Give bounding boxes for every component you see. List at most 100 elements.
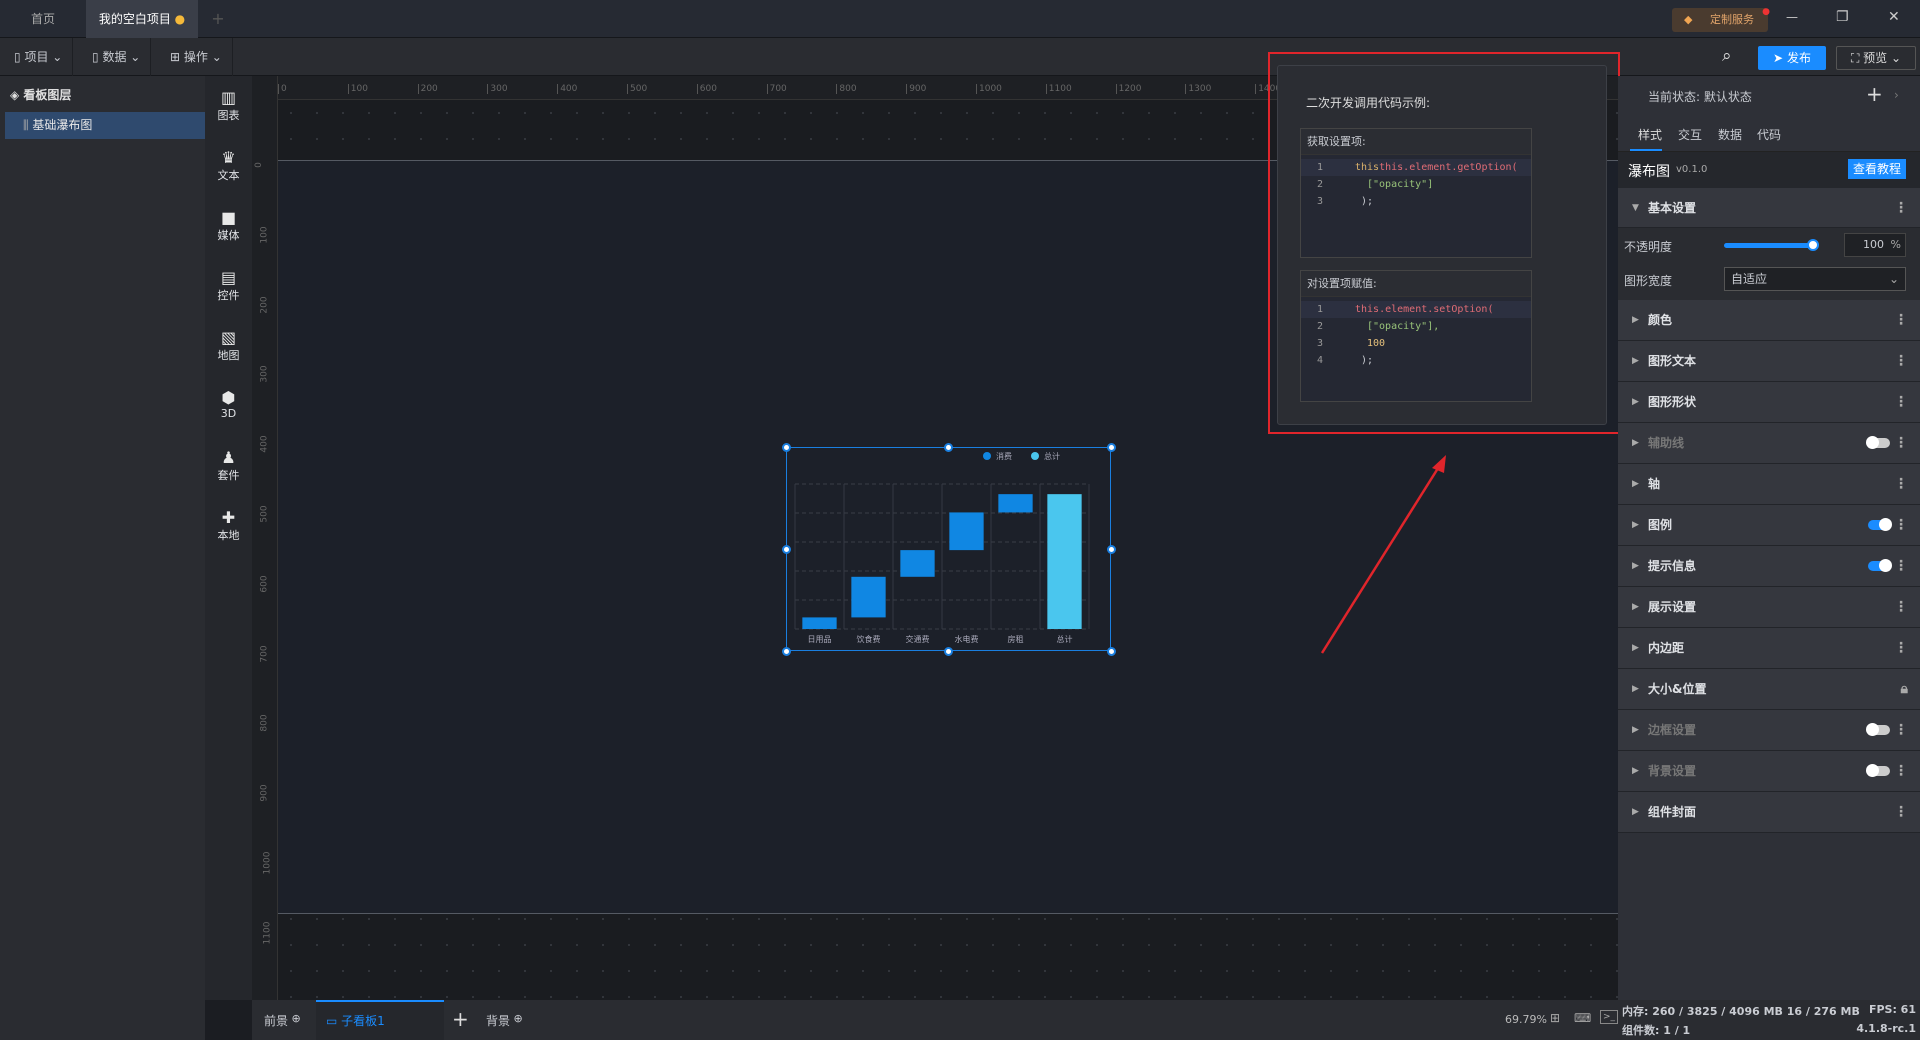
state-value[interactable]: 默认状态 (1704, 90, 1752, 104)
slider-handle[interactable] (1807, 239, 1819, 251)
resize-handle[interactable] (782, 443, 791, 452)
section-label: 图例 (1648, 518, 1673, 532)
layers-title: ◈ 看板图层 (10, 86, 71, 103)
component-7[interactable]: ✚ 本地 (205, 508, 252, 543)
keyboard-icon[interactable]: ⌨ (1574, 1011, 1591, 1025)
zoom-level[interactable]: 69.79% (1505, 1013, 1547, 1026)
close-button[interactable]: ✕ (1888, 9, 1900, 25)
component-2[interactable]: ■ 媒体 (205, 208, 252, 243)
section-row[interactable]: ▶ 图形文本 ⋮ (1618, 341, 1920, 382)
more-icon[interactable]: ⋮ (1894, 505, 1908, 545)
search-icon[interactable]: ⌕ (1722, 46, 1732, 66)
component-count: 组件数: 1 / 1 (1622, 1024, 1691, 1037)
section-toggle[interactable] (1868, 518, 1892, 531)
component-3[interactable]: ▤ 控件 (205, 268, 252, 303)
tab-code[interactable]: 代码 (1757, 126, 1781, 143)
x-tick-label: 交通费 (906, 634, 930, 644)
more-icon[interactable]: ⋮ (1894, 300, 1908, 340)
section-row[interactable]: ▶ 颜色 ⋮ (1618, 300, 1920, 341)
sub-board-tab[interactable]: ▭ 子看板1 (316, 1000, 444, 1040)
tab-home[interactable]: 首页 (0, 0, 86, 38)
terminal-icon[interactable]: >_ (1600, 1010, 1619, 1024)
tab-style[interactable]: 样式 (1638, 126, 1662, 143)
custom-service-button[interactable]: ◆ 定制服务 ● (1672, 7, 1770, 32)
section-row[interactable]: ▶ 轴 ⋮ (1618, 464, 1920, 505)
add-state-button[interactable]: + (1866, 82, 1883, 106)
fit-screen-icon[interactable]: ⊞ (1550, 1011, 1560, 1025)
more-icon[interactable]: ⋮ (1894, 341, 1908, 381)
opacity-slider[interactable] (1724, 239, 1819, 251)
lock-icon[interactable]: 🔒︎ (1901, 669, 1908, 709)
section-row[interactable]: ▶ 图例 ⋮ (1618, 505, 1920, 546)
more-icon[interactable]: ⋮ (1894, 464, 1908, 504)
background-tab[interactable]: 背景 ⊕ (486, 1012, 523, 1029)
section-toggle[interactable] (1868, 559, 1892, 572)
section-row[interactable]: ▶ 边框设置 ⋮ (1618, 710, 1920, 751)
section-row[interactable]: ▶ 图形形状 ⋮ (1618, 382, 1920, 423)
tab-data[interactable]: 数据 (1718, 126, 1742, 143)
chevron-right-icon[interactable]: › (1894, 88, 1899, 102)
ruler-tick: 800 (259, 714, 270, 732)
resize-handle[interactable] (1107, 545, 1116, 554)
component-6[interactable]: ♟ 套件 (205, 448, 252, 483)
component-1[interactable]: ♛ 文本 (205, 148, 252, 183)
ruler-tick: 900 (259, 784, 270, 802)
section-toggle[interactable] (1866, 723, 1890, 736)
section-row[interactable]: ▶ 背景设置 ⋮ (1618, 751, 1920, 792)
bar-总计 (1047, 494, 1082, 629)
more-icon[interactable]: ⋮ (1894, 710, 1908, 750)
more-icon[interactable]: ⋮ (1894, 546, 1908, 586)
section-row[interactable]: ▶ 提示信息 ⋮ (1618, 546, 1920, 587)
menu-project[interactable]: ▯ 项目 ⌄ (4, 38, 74, 76)
section-row[interactable]: ▶ 展示设置 ⋮ (1618, 587, 1920, 628)
more-icon[interactable]: ⋮ (1894, 188, 1908, 228)
add-circle-icon[interactable]: ⊕ (288, 1012, 301, 1025)
chart-icon: ⫼ (23, 118, 29, 132)
resize-handle[interactable] (782, 545, 791, 554)
component-0[interactable]: ▥ 图表 (205, 88, 252, 123)
tab-interaction[interactable]: 交互 (1678, 126, 1702, 143)
add-circle-icon[interactable]: ⊕ (510, 1012, 523, 1025)
foreground-tab[interactable]: 前景 ⊕ (264, 1012, 301, 1029)
restore-button[interactable]: ❐ (1836, 9, 1849, 25)
section-basic[interactable]: ▼ 基本设置 ⋮ (1618, 188, 1920, 228)
app-version: 4.1.8-rc.1 (1856, 1022, 1916, 1035)
section-label: 展示设置 (1648, 600, 1697, 614)
preview-button[interactable]: ⛶ 预览 ⌄ (1836, 46, 1916, 70)
layer-item[interactable]: ⫼ 基础瀑布图 (5, 112, 205, 139)
menu-data[interactable]: ▯ 数据 ⌄ (82, 38, 152, 76)
section-toggle[interactable] (1866, 764, 1890, 777)
more-icon[interactable]: ⋮ (1894, 792, 1908, 832)
legend-label: 消费 (996, 451, 1012, 461)
section-toggle[interactable] (1866, 436, 1890, 449)
publish-button[interactable]: ➤ 发布 (1758, 46, 1826, 70)
minimize-button[interactable]: — (1786, 10, 1798, 24)
section-row[interactable]: ▶ 辅助线 ⋮ (1618, 423, 1920, 464)
add-tab-button[interactable]: + (206, 0, 230, 38)
more-icon[interactable]: ⋮ (1894, 382, 1908, 422)
component-4[interactable]: ▧ 地图 (205, 328, 252, 363)
section-row[interactable]: ▶ 组件封面 ⋮ (1618, 792, 1920, 833)
menu-operate[interactable]: ⊞ 操作 ⌄ (160, 38, 233, 76)
layers-panel (0, 76, 205, 1040)
tutorial-button[interactable]: 查看教程 (1848, 159, 1906, 179)
resize-handle[interactable] (944, 443, 953, 452)
add-board-button[interactable]: + (452, 1007, 469, 1031)
component-5[interactable]: ⬢ 3D (205, 388, 252, 420)
resize-handle[interactable] (1107, 647, 1116, 656)
more-icon[interactable]: ⋮ (1894, 423, 1908, 463)
section-row[interactable]: ▶ 大小&位置 🔒︎ (1618, 669, 1920, 710)
more-icon[interactable]: ⋮ (1894, 628, 1908, 668)
resize-handle[interactable] (1107, 443, 1116, 452)
send-icon: ➤ (1773, 51, 1784, 65)
chart-widget[interactable]: 日用品 饮食费 交通费 水电费 房租 总计 消费 总计 (786, 447, 1111, 651)
more-icon[interactable]: ⋮ (1894, 587, 1908, 627)
ruler-tick: 1100 (1045, 84, 1072, 94)
more-icon[interactable]: ⋮ (1894, 751, 1908, 791)
opacity-input[interactable]: 100% (1844, 233, 1906, 257)
width-select[interactable]: 自适应 ⌄ (1724, 267, 1906, 291)
resize-handle[interactable] (782, 647, 791, 656)
resize-handle[interactable] (944, 647, 953, 656)
section-row[interactable]: ▶ 内边距 ⋮ (1618, 628, 1920, 669)
tab-project[interactable]: 我的空白项目 ● (86, 0, 198, 38)
